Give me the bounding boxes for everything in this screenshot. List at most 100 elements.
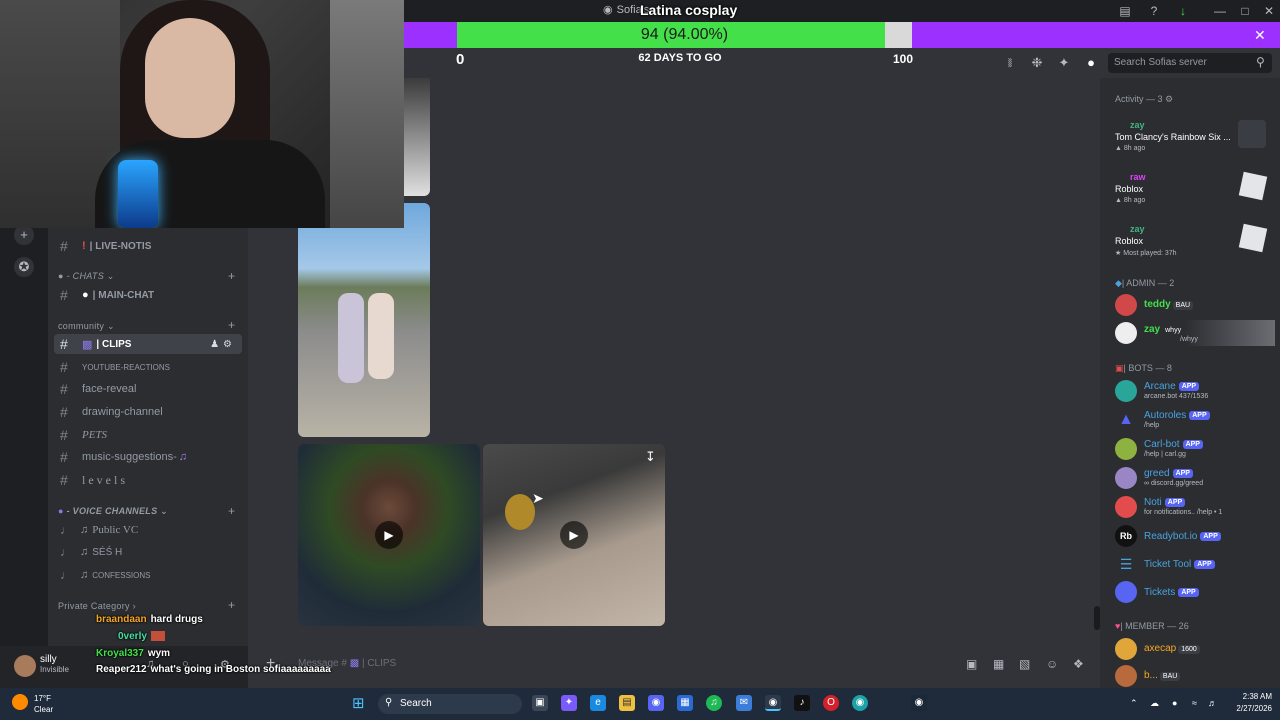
opera-icon[interactable]: O <box>823 695 839 711</box>
member-avatar[interactable]: ▲ <box>1115 409 1137 431</box>
add-channel-icon[interactable]: + <box>228 318 235 332</box>
attachment-image[interactable] <box>404 78 430 196</box>
channel-levels[interactable]: # l e v e l s <box>54 470 242 490</box>
inbox-icon[interactable]: ▤ <box>1117 3 1133 19</box>
member-teddy[interactable]: teddy BAU <box>1144 299 1194 310</box>
member-avatar[interactable] <box>1115 438 1137 460</box>
wifi-icon[interactable]: ≈ <box>1192 698 1197 708</box>
member-axecap[interactable]: axecap 1600 <box>1144 643 1200 654</box>
add-server-icon[interactable]: + <box>14 225 34 245</box>
copilot-icon[interactable]: ✦ <box>561 695 577 711</box>
clock-time[interactable]: 2:38 AM <box>1228 692 1272 701</box>
bot-autoroles[interactable]: Autoroles APP <box>1144 410 1210 421</box>
help-icon[interactable]: ? <box>1146 3 1162 19</box>
voice-channel-sesh[interactable]: ♩ ♫ SÉŚ H <box>54 542 242 562</box>
goal-close-icon[interactable]: ✕ <box>1254 27 1266 44</box>
gear-icon[interactable]: ⚙ <box>1165 94 1173 104</box>
add-channel-icon[interactable]: + <box>228 598 235 612</box>
member-avatar[interactable] <box>1115 322 1137 344</box>
channel-face-reveal[interactable]: # face-reveal <box>54 379 242 399</box>
attach-plus-icon[interactable]: + <box>266 655 275 673</box>
onedrive-icon[interactable]: ☁ <box>1150 698 1159 709</box>
attachment-video-lock[interactable]: ▶ <box>298 444 480 626</box>
member-avatar[interactable] <box>1115 380 1137 402</box>
apps-icon[interactable]: ❖ <box>1073 657 1084 671</box>
minimize-button[interactable]: — <box>1212 3 1228 19</box>
bot-readybot[interactable]: Readybot.io APP <box>1144 531 1221 542</box>
invite-icon[interactable]: ♟ <box>210 339 223 350</box>
member-avatar[interactable] <box>1115 294 1137 316</box>
add-channel-icon[interactable]: + <box>228 504 235 518</box>
category-community[interactable]: community ⌄ <box>58 321 115 332</box>
tray-chevron-icon[interactable]: ⌃ <box>1130 698 1138 709</box>
bot-greed[interactable]: greed APP <box>1144 468 1193 479</box>
member-list-icon[interactable]: ● <box>1084 56 1098 70</box>
channel-music-suggestions[interactable]: # music-suggestions- ♫ <box>54 447 242 467</box>
edge-icon[interactable]: e <box>590 695 606 711</box>
browser-icon[interactable]: ◉ <box>852 695 868 711</box>
mail-icon[interactable]: ✉ <box>736 695 752 711</box>
task-view-icon[interactable]: ▣ <box>532 695 548 711</box>
member-zay[interactable]: zay whyy <box>1144 324 1184 335</box>
channel-live-notis[interactable]: # ! | LIVE-NOTIS <box>54 236 242 256</box>
play-icon[interactable]: ▶ <box>375 521 403 549</box>
channel-main-chat[interactable]: # ● | MAIN-CHAT <box>54 285 242 305</box>
member-b[interactable]: b... BAU <box>1144 670 1181 681</box>
channel-clips[interactable]: # ▩ | CLIPS ♟⚙ <box>54 334 242 354</box>
category-private[interactable]: Private Category › <box>58 601 136 611</box>
weather-icon[interactable] <box>12 694 28 710</box>
activity-user[interactable]: zay <box>1130 120 1145 130</box>
channel-youtube-reactions[interactable]: # YOUTUBE-REACTIONS <box>54 357 242 377</box>
store-icon[interactable]: ▦ <box>677 695 693 711</box>
member-avatar[interactable] <box>1115 581 1137 603</box>
mic-tray-icon[interactable]: ● <box>1172 698 1177 708</box>
spotify-icon[interactable]: ♫ <box>706 695 722 711</box>
threads-icon[interactable]: ⧚ <box>1003 56 1017 70</box>
member-avatar[interactable] <box>1115 665 1137 687</box>
gif-icon[interactable]: ▦ <box>993 657 1004 671</box>
channel-pets[interactable]: # PETS <box>54 425 242 445</box>
start-icon[interactable]: ⊞ <box>352 696 368 712</box>
maximize-button[interactable]: □ <box>1237 3 1253 19</box>
member-avatar[interactable] <box>1115 638 1137 660</box>
attachment-video-street[interactable] <box>298 203 430 437</box>
bot-noti[interactable]: Noti APP <box>1144 497 1186 508</box>
voice-channel-confessions[interactable]: ♩ ♫ CONFESSIONS <box>54 565 242 585</box>
attachment-video-doorknob[interactable]: ▶ <box>483 444 665 626</box>
voice-channel-public[interactable]: ♩ ♫ Public VC <box>54 520 242 540</box>
add-channel-icon[interactable]: + <box>228 269 235 283</box>
activity-user[interactable]: raw <box>1130 172 1146 182</box>
activity-user[interactable]: zay <box>1130 224 1145 234</box>
server-search-input[interactable]: Search Sofias server <box>1108 53 1272 73</box>
pin-icon[interactable]: ✦ <box>1057 56 1071 70</box>
member-avatar[interactable]: Rb <box>1115 525 1137 547</box>
bot-tickets[interactable]: Tickets APP <box>1144 587 1199 598</box>
channel-drawing[interactable]: # drawing-channel <box>54 402 242 422</box>
tiktok-icon[interactable]: ♪ <box>794 695 810 711</box>
clock-date[interactable]: 2/27/2026 <box>1226 704 1272 713</box>
sticker-icon[interactable]: ▧ <box>1019 657 1030 671</box>
close-button[interactable]: ✕ <box>1261 3 1277 19</box>
user-avatar[interactable] <box>14 655 36 677</box>
member-avatar[interactable] <box>1115 496 1137 518</box>
file-explorer-icon[interactable]: ▤ <box>619 695 635 711</box>
gear-icon[interactable]: ⚙ <box>223 339 236 350</box>
notification-mute-icon[interactable]: ❉ <box>1030 56 1044 70</box>
category-voice[interactable]: ● - VOICE CHANNELS ⌄ <box>58 506 168 517</box>
bot-arcane[interactable]: Arcane APP <box>1144 381 1200 392</box>
taskbar-search[interactable]: Search <box>378 694 522 714</box>
volume-icon[interactable]: ♬ <box>1208 698 1217 708</box>
discord-icon[interactable]: ◉ <box>648 695 664 711</box>
emoji-icon[interactable]: ☺ <box>1046 657 1058 671</box>
gift-icon[interactable]: ▣ <box>966 657 977 671</box>
bot-ticket-tool[interactable]: Ticket Tool APP <box>1144 559 1215 570</box>
category-chats[interactable]: ● - CHATS ⌄ <box>58 271 115 282</box>
explore-servers-icon[interactable]: ✪ <box>14 257 34 277</box>
play-icon[interactable]: ▶ <box>560 521 588 549</box>
member-avatar[interactable]: ☰ <box>1115 553 1137 575</box>
download-icon[interactable]: ↓ <box>1175 3 1191 19</box>
download-attachment-icon[interactable]: ↧ <box>645 449 656 465</box>
chrome-icon[interactable]: ◉ <box>765 695 781 711</box>
member-avatar[interactable] <box>1115 467 1137 489</box>
bot-carl[interactable]: Carl-bot APP <box>1144 439 1203 450</box>
